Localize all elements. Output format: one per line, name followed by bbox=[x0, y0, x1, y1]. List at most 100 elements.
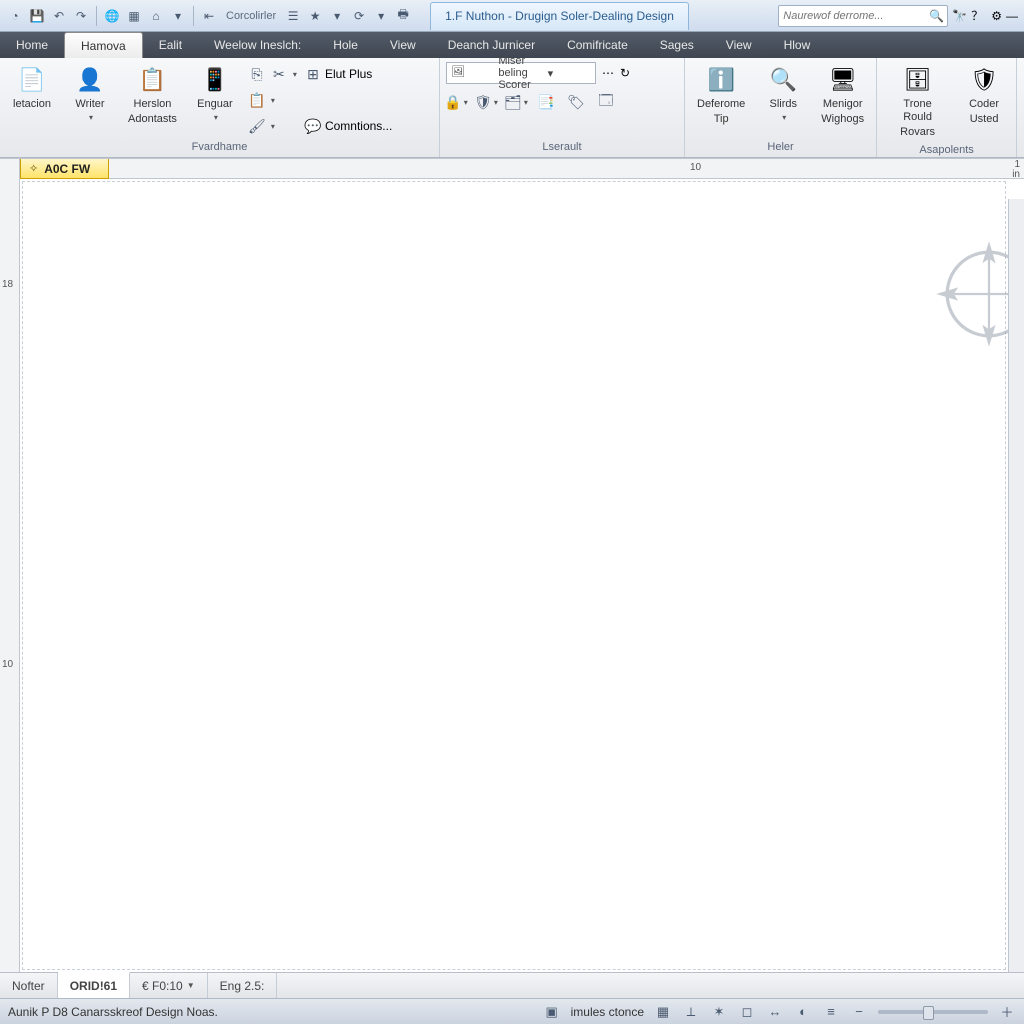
vertical-scrollbar[interactable] bbox=[1008, 199, 1024, 972]
ribbon-group-asapolents: 🗄 Trone Rould Rovars 🛡 Coder Usted Asapo… bbox=[877, 58, 1017, 157]
workspace: 18 10 10 1 in ✧ A0C FW bbox=[0, 158, 1024, 972]
separator bbox=[96, 6, 97, 26]
style-combo[interactable]: 🖼 Miser beling Scorer ▾ bbox=[446, 62, 596, 84]
side-commands: ⊞Elut Plus 💬Comntions... bbox=[303, 62, 413, 138]
tab-weelow[interactable]: Weelow Ineslch: bbox=[198, 32, 317, 58]
tab-ealit[interactable]: Ealit bbox=[143, 32, 198, 58]
globe-icon[interactable]: 🌐 bbox=[103, 7, 121, 25]
slirds-button[interactable]: 🔍 Slirds ▾ bbox=[757, 62, 809, 124]
document-title-tab[interactable]: 1.F Nuthon - Drugign Soler-Dealing Desig… bbox=[430, 2, 689, 30]
tab-view2[interactable]: View bbox=[710, 32, 768, 58]
deferome-button[interactable]: ℹ️ Deferome Tip bbox=[691, 62, 751, 128]
more-icon[interactable]: ⋯ bbox=[602, 66, 614, 80]
chevron-down-icon[interactable]: ▾ bbox=[328, 7, 346, 25]
trone-button[interactable]: 🗄 Trone Rould Rovars bbox=[883, 62, 952, 142]
undo-icon[interactable]: ↶ bbox=[50, 7, 68, 25]
drawing-canvas[interactable] bbox=[20, 179, 1024, 972]
letacion-button[interactable]: 📄 letacion bbox=[6, 62, 58, 113]
tab-sages[interactable]: Sages bbox=[644, 32, 710, 58]
help-icon[interactable]: ？ bbox=[971, 7, 983, 24]
tab-nofter[interactable]: Nofter bbox=[0, 973, 58, 998]
device-icon: 📱 bbox=[199, 64, 231, 96]
window-icon[interactable]: 🗔 bbox=[596, 92, 616, 112]
arrow-left-icon[interactable]: ⇤ bbox=[200, 7, 218, 25]
zoom-out-icon[interactable]: − bbox=[850, 1003, 868, 1021]
binoculars-icon[interactable]: 🔭 bbox=[952, 9, 967, 23]
tab-orid[interactable]: ORID!61 bbox=[58, 972, 130, 998]
monitor-icon: 🖥 bbox=[827, 64, 859, 96]
zoom-in-icon[interactable]: ＋ bbox=[998, 1003, 1016, 1021]
small-tools-1: ⎘✂ ▾ 📋 ▾ 🖌 ▾ bbox=[247, 62, 297, 138]
chevron-down-icon[interactable]: ▾ bbox=[293, 70, 297, 79]
ruler-tick: 10 bbox=[2, 659, 13, 670]
shield-icon[interactable]: 🛡▾ bbox=[476, 92, 496, 112]
active-sheet-tab[interactable]: ✧ A0C FW bbox=[20, 159, 109, 179]
minimize-icon[interactable]: — bbox=[1006, 9, 1018, 23]
tab-hole[interactable]: Hole bbox=[317, 32, 374, 58]
copy-icon[interactable]: ⎘ bbox=[247, 64, 267, 84]
sync-icon[interactable]: ⟳ bbox=[350, 7, 368, 25]
horizontal-ruler[interactable]: 10 1 in bbox=[20, 159, 1024, 179]
zoom-slider[interactable] bbox=[878, 1010, 988, 1014]
document-icon: 📄 bbox=[16, 64, 48, 96]
tab-view1[interactable]: View bbox=[374, 32, 432, 58]
chevron-down-icon[interactable]: ▾ bbox=[271, 122, 275, 131]
herslon-button[interactable]: 📋 Herslon Adontasts bbox=[122, 62, 183, 128]
layers-icon[interactable]: 🗂▾ bbox=[506, 92, 526, 112]
tab-hamova[interactable]: Hamova bbox=[64, 32, 143, 58]
status-center: imules ctonce bbox=[571, 1005, 644, 1019]
star-icon[interactable]: ★ bbox=[306, 7, 324, 25]
dyn-icon[interactable]: ◐ bbox=[794, 1003, 812, 1021]
chevron-down-icon[interactable]: ▾ bbox=[271, 96, 275, 105]
brush-icon[interactable]: 🖌 bbox=[247, 116, 267, 136]
sheet-icon[interactable]: 📑 bbox=[536, 92, 556, 112]
paste-icon[interactable]: 📋 bbox=[247, 90, 267, 110]
grid-snap-icon[interactable]: ▦ bbox=[654, 1003, 672, 1021]
tab-hlow[interactable]: Hlow bbox=[768, 32, 827, 58]
ruler-tick: 18 bbox=[2, 279, 13, 290]
app-menu-icon[interactable]: ◔ bbox=[6, 7, 24, 25]
grid-icon[interactable]: ▦ bbox=[125, 7, 143, 25]
lwt-icon[interactable]: ≡ bbox=[822, 1003, 840, 1021]
tag-icon[interactable]: 🏷 bbox=[566, 92, 586, 112]
refresh-icon[interactable]: ↻ bbox=[620, 66, 630, 80]
search-input[interactable] bbox=[783, 10, 929, 22]
search-icon[interactable]: 🔍 bbox=[929, 9, 943, 23]
tab-home[interactable]: Home bbox=[0, 32, 64, 58]
elut-plus-button[interactable]: ⊞Elut Plus bbox=[303, 62, 413, 86]
ortho-icon[interactable]: ⟂ bbox=[682, 1003, 700, 1021]
save-icon[interactable]: 💾 bbox=[28, 7, 46, 25]
menigor-button[interactable]: 🖥 Menigor Wighogs bbox=[815, 62, 870, 128]
osnap-icon[interactable]: ◻ bbox=[738, 1003, 756, 1021]
redo-icon[interactable]: ↷ bbox=[72, 7, 90, 25]
lock-icon[interactable]: 🔒▾ bbox=[446, 92, 466, 112]
track-icon[interactable]: ↔ bbox=[766, 1003, 784, 1021]
printer-icon[interactable]: 🖶 bbox=[394, 7, 412, 25]
table-icon: 📋 bbox=[136, 64, 168, 96]
cut-icon[interactable]: ✂ bbox=[269, 64, 289, 84]
comments-button[interactable]: 💬Comntions... bbox=[303, 114, 413, 138]
chevron-down-icon[interactable]: ▾ bbox=[169, 7, 187, 25]
tab-comifricate[interactable]: Comifricate bbox=[551, 32, 644, 58]
polar-icon[interactable]: ✶ bbox=[710, 1003, 728, 1021]
tab-f010[interactable]: € F0:10▼ bbox=[130, 973, 208, 998]
chevron-down-icon: ▾ bbox=[214, 113, 218, 122]
snap-icon[interactable]: ▣ bbox=[543, 1003, 561, 1021]
list-icon[interactable]: ☰ bbox=[284, 7, 302, 25]
chevron-down-icon: ▾ bbox=[89, 113, 93, 122]
search-box[interactable]: 🔍 bbox=[778, 5, 948, 27]
home-icon[interactable]: ⌂ bbox=[147, 7, 165, 25]
gear-person-icon: 👤 bbox=[74, 64, 106, 96]
gear-icon[interactable]: ⚙ bbox=[991, 9, 1002, 23]
tab-eng[interactable]: Eng 2.5: bbox=[208, 973, 278, 998]
writer-button[interactable]: 👤 Writer ▾ bbox=[64, 62, 116, 124]
chevron-down-icon: ▾ bbox=[782, 113, 786, 122]
ribbon: 📄 letacion 👤 Writer ▾ 📋 Herslon Adontast… bbox=[0, 58, 1024, 158]
coder-button[interactable]: 🛡 Coder Usted bbox=[958, 62, 1010, 128]
enguar-button[interactable]: 📱 Enguar ▾ bbox=[189, 62, 241, 124]
chevron-down-icon[interactable]: ▾ bbox=[372, 7, 390, 25]
ruler-tick: 10 bbox=[690, 162, 701, 173]
ribbon-group-fvardhame: 📄 letacion 👤 Writer ▾ 📋 Herslon Adontast… bbox=[0, 58, 440, 157]
vertical-ruler[interactable]: 18 10 bbox=[0, 159, 20, 972]
magnifier-icon: 🔍 bbox=[767, 64, 799, 96]
